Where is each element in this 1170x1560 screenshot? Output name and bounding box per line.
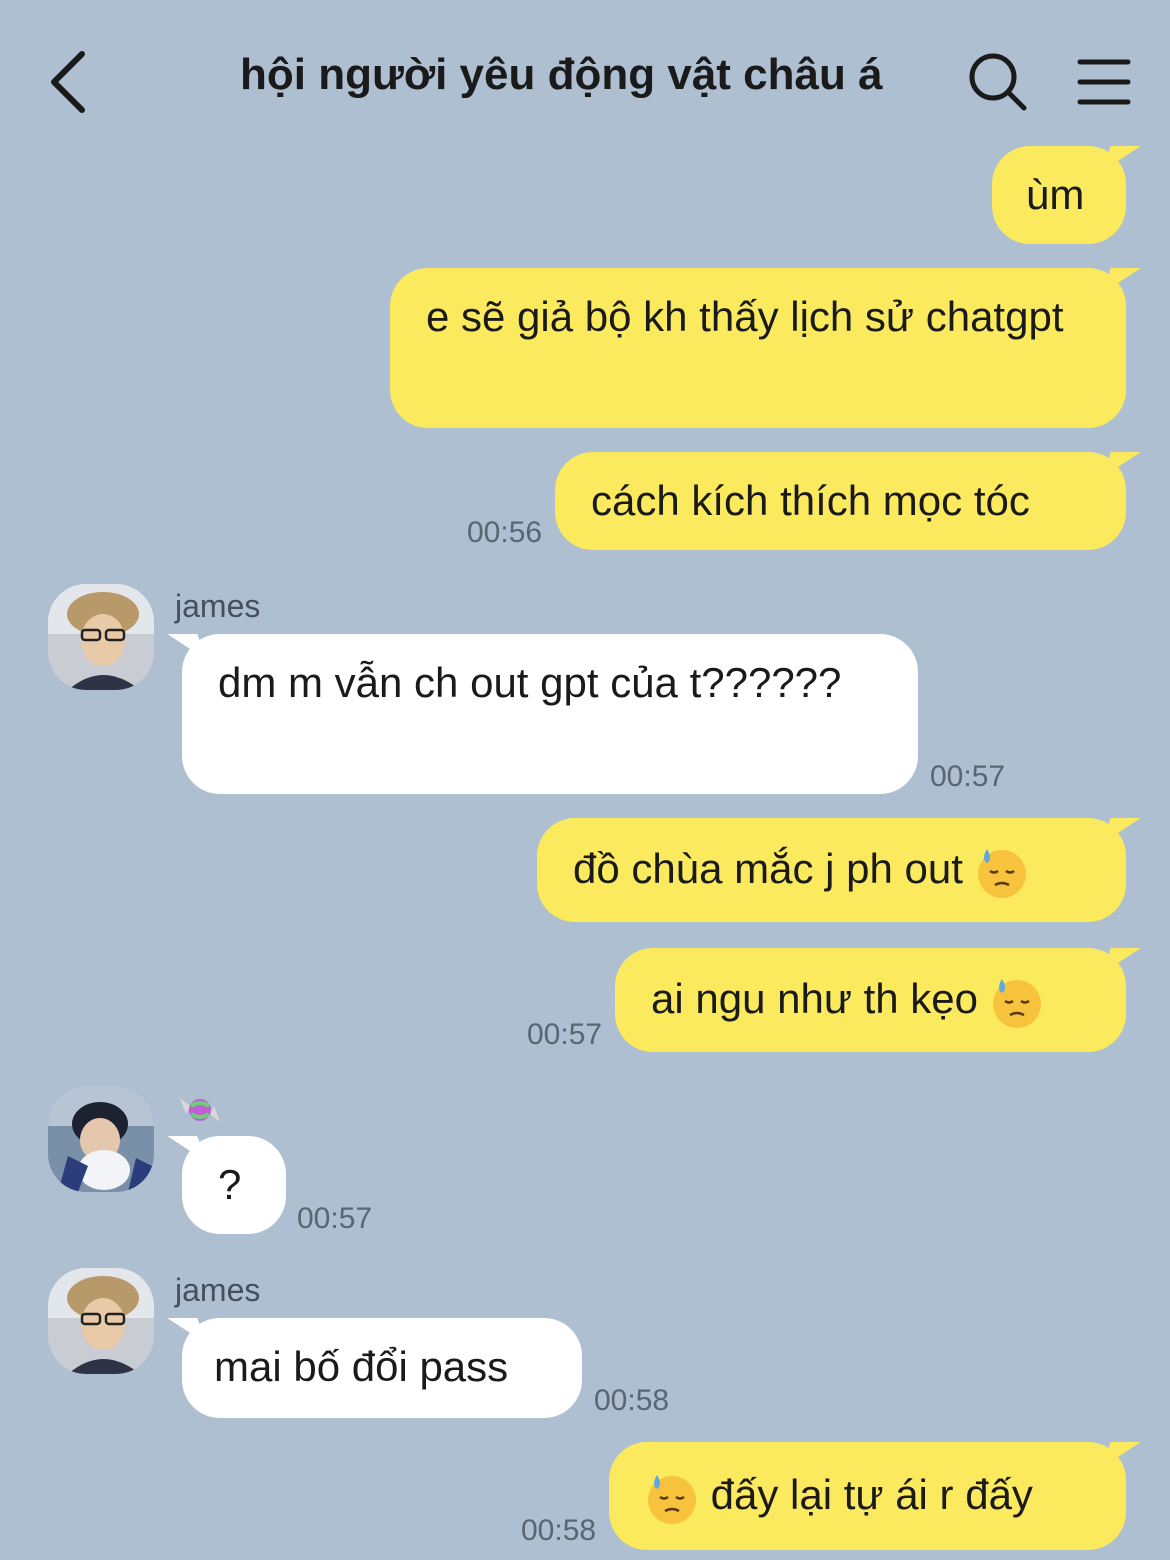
- my-message-bubble[interactable]: e sẽ giả bộ kh thấy lịch sử chatgpt: [390, 268, 1126, 428]
- my-message-bubble[interactable]: đồ chùa mắc j ph out: [537, 818, 1126, 922]
- avatar-james[interactable]: [48, 584, 154, 690]
- their-message-bubble[interactable]: dm m vẫn ch out gpt của t??????: [182, 634, 918, 794]
- downcast-sweat-face-icon: [648, 1474, 696, 1524]
- my-message-bubble[interactable]: ai ngu như th kẹo: [615, 948, 1126, 1052]
- downcast-sweat-face-icon: [992, 978, 1041, 1028]
- message-text: ai ngu như th kẹo: [651, 975, 979, 1022]
- message-text: e sẽ giả bộ kh thấy lịch sử chatgpt: [426, 293, 1064, 340]
- sender-name: [176, 1090, 224, 1138]
- search-icon[interactable]: [966, 50, 1030, 114]
- their-message-bubble[interactable]: mai bố đổi pass: [182, 1318, 582, 1418]
- my-message-bubble[interactable]: đấy lại tự ái r đấy: [609, 1442, 1126, 1550]
- downcast-sweat-face-icon: [977, 848, 1026, 898]
- sender-name: james: [175, 588, 261, 624]
- message-time: 00:57: [297, 1202, 373, 1235]
- message-time: 00:57: [527, 1018, 603, 1051]
- message-time: 00:58: [594, 1384, 670, 1417]
- message-text: cách kích thích mọc tóc: [591, 477, 1030, 524]
- avatar-james[interactable]: [48, 1268, 154, 1374]
- message-text: mai bố đổi pass: [214, 1343, 509, 1390]
- message-time: 00:56: [467, 516, 543, 549]
- sender-name: james: [175, 1272, 261, 1308]
- message-text: dm m vẫn ch out gpt của t??????: [218, 659, 842, 706]
- message-text: ùm: [1026, 171, 1085, 218]
- message-text: ?: [218, 1161, 242, 1208]
- message-text: đấy lại tự ái r đấy: [710, 1471, 1033, 1518]
- message-time: 00:57: [930, 760, 1006, 793]
- message-text: đồ chùa mắc j ph out: [573, 845, 963, 892]
- candy-icon: [180, 1098, 220, 1122]
- message-time: 00:58: [521, 1514, 597, 1547]
- their-message-bubble[interactable]: ?: [182, 1136, 286, 1234]
- chat-header: hội người yêu động vật châu á: [0, 0, 1170, 160]
- back-arrow-icon[interactable]: [40, 44, 110, 114]
- avatar-candy[interactable]: [48, 1086, 154, 1192]
- my-message-bubble[interactable]: cách kích thích mọc tóc: [555, 452, 1126, 550]
- chat-title: hội người yêu động vật châu á: [240, 50, 883, 99]
- menu-icon[interactable]: [1076, 54, 1132, 110]
- my-message-bubble[interactable]: ùm: [992, 146, 1126, 244]
